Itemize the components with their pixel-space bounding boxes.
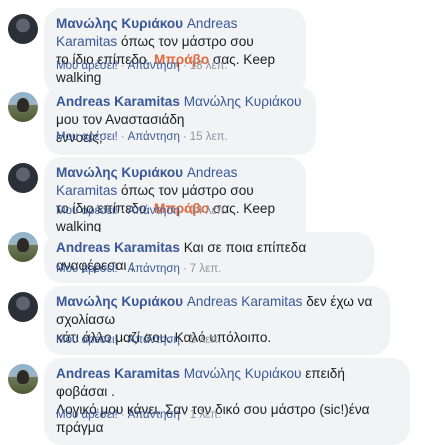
comment-actions: Μου αρέσει! · Απάντηση · 18 λεπ. xyxy=(56,60,228,72)
like-link[interactable]: Μου αρέσει! xyxy=(56,334,118,346)
comment-author[interactable]: Μανώλης Κυριάκου xyxy=(56,294,183,309)
comment-bubble: Andreas Karamitas Και σε ποια επίπεδα αν… xyxy=(44,232,374,283)
comment-bubble: Andreas Karamitas Μανώλης Κυριάκου επειδ… xyxy=(44,358,410,445)
comment-author[interactable]: Μανώλης Κυριάκου xyxy=(56,16,183,31)
separator: · xyxy=(120,334,125,346)
comment-time[interactable]: 15 λεπ. xyxy=(190,131,228,143)
like-link[interactable]: Μου αρέσει! xyxy=(56,409,118,421)
separator: · xyxy=(182,334,187,346)
comment-mention[interactable]: Andreas Karamitas xyxy=(187,294,303,309)
comment-author[interactable]: Andreas Karamitas xyxy=(56,94,180,109)
separator: · xyxy=(120,409,125,421)
comment-time[interactable]: 5 λεπ. xyxy=(190,334,222,346)
comment-author[interactable]: Andreas Karamitas xyxy=(56,366,180,381)
comment-mention[interactable]: Μανώλης Κυριάκου xyxy=(184,94,302,109)
user-avatar[interactable] xyxy=(8,232,38,262)
comment-thread: Μανώλης Κυριάκου Andreas Karamitas όπως … xyxy=(0,0,438,445)
comment-actions: Μου αρέσει! · Απάντηση · 1 λεπ. xyxy=(56,409,221,421)
comment-actions: Μου αρέσει! · Απάντηση · 14 λεπ. xyxy=(56,205,228,217)
like-link[interactable]: Μου αρέσει! xyxy=(56,205,118,217)
comment-text: όπως τον μάστρο σου xyxy=(117,183,254,198)
comment-time[interactable]: 1 λεπ. xyxy=(190,409,222,421)
reply-link[interactable]: Απάντηση xyxy=(128,334,180,346)
comment-text: όπως τον μάστρο σου xyxy=(117,34,254,49)
comment-bubble: Μανώλης Κυριάκου Andreas Karamitas όπως … xyxy=(44,157,306,244)
reply-link[interactable]: Απάντηση xyxy=(128,205,180,217)
comment-bubble: Andreas Karamitas Μανώλης Κυριάκου μου τ… xyxy=(44,86,316,155)
comment-mention[interactable]: Μανώλης Κυριάκου xyxy=(184,366,302,381)
comment-author[interactable]: Μανώλης Κυριάκου xyxy=(56,165,183,180)
like-link[interactable]: Μου αρέσει! xyxy=(56,60,118,72)
reply-link[interactable]: Απάντηση xyxy=(128,131,180,143)
comment-actions: Μου αρέσει! · Απάντηση · 5 λεπ. xyxy=(56,334,221,346)
like-link[interactable]: Μου αρέσει! xyxy=(56,131,118,143)
separator: · xyxy=(120,205,125,217)
user-avatar[interactable] xyxy=(8,364,38,394)
user-avatar[interactable] xyxy=(8,92,38,122)
reply-link[interactable]: Απάντηση xyxy=(128,263,180,275)
comment-time[interactable]: 18 λεπ. xyxy=(190,60,228,72)
comment-text: μου τον Αναστασιάδη xyxy=(56,112,185,127)
separator: · xyxy=(182,60,187,72)
user-avatar[interactable] xyxy=(8,163,38,193)
separator: · xyxy=(182,131,187,143)
like-link[interactable]: Μου αρέσει! xyxy=(56,263,118,275)
user-avatar[interactable] xyxy=(8,14,38,44)
comment-actions: Μου αρέσει! · Απάντηση · 15 λεπ. xyxy=(56,131,228,143)
comment-actions: Μου αρέσει! · Απάντηση · 7 λεπ. xyxy=(56,263,221,275)
separator: · xyxy=(182,205,187,217)
comment-bubble: Μανώλης Κυριάκου Andreas Karamitas όπως … xyxy=(44,8,306,95)
reply-link[interactable]: Απάντηση xyxy=(128,60,180,72)
reply-link[interactable]: Απάντηση xyxy=(128,409,180,421)
separator: · xyxy=(120,60,125,72)
comment-time[interactable]: 7 λεπ. xyxy=(190,263,222,275)
user-avatar[interactable] xyxy=(8,292,38,322)
comment-time[interactable]: 14 λεπ. xyxy=(190,205,228,217)
separator: · xyxy=(120,131,125,143)
separator: · xyxy=(120,263,125,275)
separator: · xyxy=(182,409,187,421)
comment-author[interactable]: Andreas Karamitas xyxy=(56,240,180,255)
separator: · xyxy=(182,263,187,275)
